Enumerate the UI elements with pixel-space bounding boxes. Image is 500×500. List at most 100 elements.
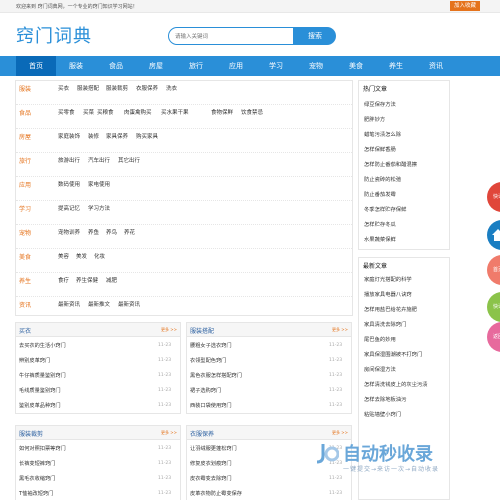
category-name[interactable]: 食品 — [19, 108, 31, 117]
more-link[interactable]: 更多 >> — [332, 430, 348, 436]
category-link[interactable]: 家具保养 — [106, 132, 128, 140]
latest-article-link[interactable]: 粘贴墙壁小窍门 — [364, 410, 401, 418]
list-item[interactable]: 黑毛衣收缩窍门 — [19, 475, 55, 482]
nav-item-clothing[interactable]: 服装 — [56, 56, 96, 76]
category-link[interactable]: 食物保鲜 — [211, 108, 233, 116]
nav-item-study[interactable]: 学习 — [256, 56, 296, 76]
list-item[interactable]: 让羽绒服更蓬松窍门 — [190, 445, 237, 452]
float-home-button[interactable] — [487, 220, 500, 250]
list-item[interactable]: 腰粗女子选衣窍门 — [190, 342, 232, 349]
search-input[interactable] — [175, 32, 283, 41]
category-link[interactable]: 肉蛋禽购买 — [124, 108, 152, 116]
category-link[interactable]: 家庭装饰 — [58, 132, 80, 140]
category-link[interactable]: 最新推文 — [88, 300, 110, 308]
list-item[interactable]: 黑色衣服怎样搭配窍门 — [190, 372, 242, 379]
nav-item-pets[interactable]: 宠物 — [296, 56, 336, 76]
latest-article-link[interactable]: 房间保湿方法 — [364, 365, 396, 373]
float-back-button[interactable]: 返回 — [487, 322, 500, 352]
category-name[interactable]: 服装 — [19, 84, 31, 93]
float-news2-button[interactable]: 快讯 — [487, 292, 500, 322]
category-link[interactable]: 宠物训养 — [58, 228, 80, 236]
hot-article-link[interactable]: 水果蔬菜保鲜 — [364, 235, 396, 243]
category-link[interactable]: 家电使用 — [88, 180, 110, 188]
category-link[interactable]: 美容 — [58, 252, 69, 260]
hot-article-link[interactable]: 怎样贮存冬瓜 — [364, 220, 396, 228]
category-link[interactable]: 衣服保养 — [136, 84, 158, 92]
nav-item-news[interactable]: 资讯 — [416, 56, 456, 76]
category-link[interactable]: 买水果干果 — [161, 108, 189, 116]
list-item[interactable]: 皮衣霉变去除窍门 — [190, 475, 232, 482]
category-name[interactable]: 学习 — [19, 204, 31, 213]
category-link[interactable]: 饮食禁忌 — [241, 108, 263, 116]
box-title[interactable]: 服装搭配 — [190, 326, 214, 335]
category-link[interactable]: 装修 — [88, 132, 99, 140]
box-title[interactable]: 服装裁剪 — [19, 429, 43, 438]
category-name[interactable]: 房屋 — [19, 132, 31, 141]
category-link[interactable]: 减肥 — [106, 276, 117, 284]
category-link[interactable]: 服装裁剪 — [106, 84, 128, 92]
category-link[interactable]: 养生保健 — [76, 276, 98, 284]
site-logo[interactable]: 窍门词典 — [16, 22, 92, 48]
nav-item-home[interactable]: 首页 — [16, 56, 56, 76]
list-item[interactable]: T恤袖改短窍门 — [19, 490, 53, 497]
category-link[interactable]: 食疗 — [58, 276, 69, 284]
more-link[interactable]: 更多 >> — [332, 327, 348, 333]
category-link[interactable]: 买菜 — [83, 108, 94, 116]
category-name[interactable]: 资讯 — [19, 300, 31, 309]
category-link[interactable]: 旅游出行 — [58, 156, 80, 164]
latest-article-link[interactable]: 播放家具电器八诀窍 — [364, 290, 412, 298]
category-link[interactable]: 买粮食 — [97, 108, 114, 116]
category-link[interactable]: 养花 — [124, 228, 135, 236]
hot-article-link[interactable]: 肥胖妙方 — [364, 115, 385, 123]
search-button[interactable]: 搜索 — [294, 27, 336, 45]
latest-article-link[interactable]: 怎样用盐巴给花卉施肥 — [364, 305, 417, 313]
nav-item-travel[interactable]: 旅行 — [176, 56, 216, 76]
nav-item-health[interactable]: 养生 — [376, 56, 416, 76]
add-favorite-button[interactable]: 加入收藏 — [450, 1, 480, 11]
list-item[interactable]: 鉴别皮革品种窍门 — [19, 402, 61, 409]
category-link[interactable]: 提高记忆 — [58, 204, 80, 212]
list-item[interactable]: 去买衣的生活小窍门 — [19, 342, 66, 349]
more-link[interactable]: 更多 >> — [161, 327, 177, 333]
category-link[interactable]: 美发 — [76, 252, 87, 260]
category-link[interactable]: 养鸟 — [106, 228, 117, 236]
category-link[interactable]: 养鱼 — [88, 228, 99, 236]
float-home-text-button[interactable]: 首页 — [487, 255, 500, 285]
float-news-button[interactable]: 快讯 — [487, 182, 500, 212]
list-item[interactable]: 西装口袋使用窍门 — [190, 402, 232, 409]
nav-item-cuisine[interactable]: 美食 — [336, 56, 376, 76]
category-name[interactable]: 养生 — [19, 276, 31, 285]
list-item[interactable]: 毛线质量鉴别窍门 — [19, 387, 61, 394]
nav-item-house[interactable]: 房屋 — [136, 56, 176, 76]
hot-article-link[interactable]: 蜡笔污渍怎么除 — [364, 130, 401, 138]
category-link[interactable]: 买零食 — [58, 108, 75, 116]
list-item[interactable]: 长裤变短裤窍门 — [19, 460, 55, 467]
nav-item-food[interactable]: 食品 — [96, 56, 136, 76]
list-item[interactable]: 修复皮衣划痕窍门 — [190, 460, 232, 467]
category-link[interactable]: 数码使用 — [58, 180, 80, 188]
latest-article-link[interactable]: 家具保湿围潮被不打窍门 — [364, 350, 422, 358]
nav-item-apps[interactable]: 应用 — [216, 56, 256, 76]
category-name[interactable]: 美食 — [19, 252, 31, 261]
category-link[interactable]: 最新资讯 — [118, 300, 140, 308]
hot-article-link[interactable]: 绿豆保存方法 — [364, 100, 396, 108]
more-link[interactable]: 更多 >> — [161, 430, 177, 436]
category-link[interactable]: 其它出行 — [118, 156, 140, 164]
category-link[interactable]: 购买家具 — [136, 132, 158, 140]
list-item[interactable]: 裙子选购窍门 — [190, 387, 221, 394]
hot-article-link[interactable]: 怎样保鲜香肠 — [364, 145, 396, 153]
category-link[interactable]: 洗衣 — [166, 84, 177, 92]
list-item[interactable]: 皮革衣物防止霉变保存 — [190, 490, 242, 497]
hot-article-link[interactable]: 怎样防止番茄和醋混擦 — [364, 160, 417, 168]
list-item[interactable]: 如何对照扣票等窍门 — [19, 445, 66, 452]
latest-article-link[interactable]: 家庭灯光搭配的科学 — [364, 275, 412, 283]
category-name[interactable]: 旅行 — [19, 156, 31, 165]
category-link[interactable]: 化妆 — [94, 252, 105, 260]
box-title[interactable]: 买衣 — [19, 326, 31, 335]
hot-article-link[interactable]: 冬季怎样贮存保鲜 — [364, 205, 406, 213]
category-name[interactable]: 宠物 — [19, 228, 31, 237]
list-item[interactable]: 衣领型配色窍门 — [190, 357, 226, 364]
latest-article-link[interactable]: 怎样清洗钱皮上的灰尘污渍 — [364, 380, 428, 388]
latest-article-link[interactable]: 怎样去除地板油污 — [364, 395, 406, 403]
category-name[interactable]: 应用 — [19, 180, 31, 189]
